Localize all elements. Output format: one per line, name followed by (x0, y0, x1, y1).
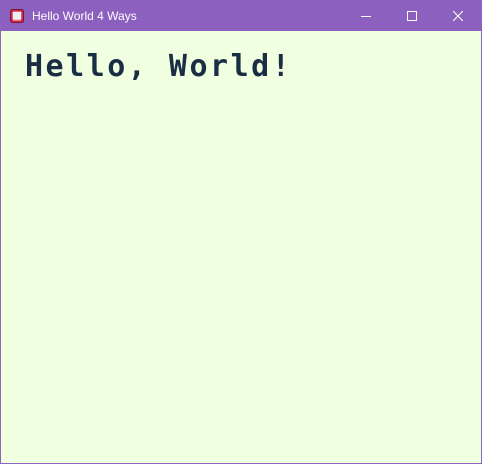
window-title: Hello World 4 Ways (32, 9, 137, 23)
title-bar[interactable]: Hello World 4 Ways (1, 1, 481, 31)
app-window-icon[interactable] (10, 9, 24, 23)
minimize-button[interactable] (343, 1, 389, 31)
client-area: Hello, World! (1, 31, 481, 463)
close-button[interactable] (435, 1, 481, 31)
close-icon (453, 11, 463, 21)
app-window: Hello World 4 Ways Hello, World! (0, 0, 482, 464)
maximize-button[interactable] (389, 1, 435, 31)
greeting-text: Hello, World! (25, 49, 293, 84)
minimize-icon (361, 16, 371, 17)
maximize-icon (407, 11, 417, 21)
